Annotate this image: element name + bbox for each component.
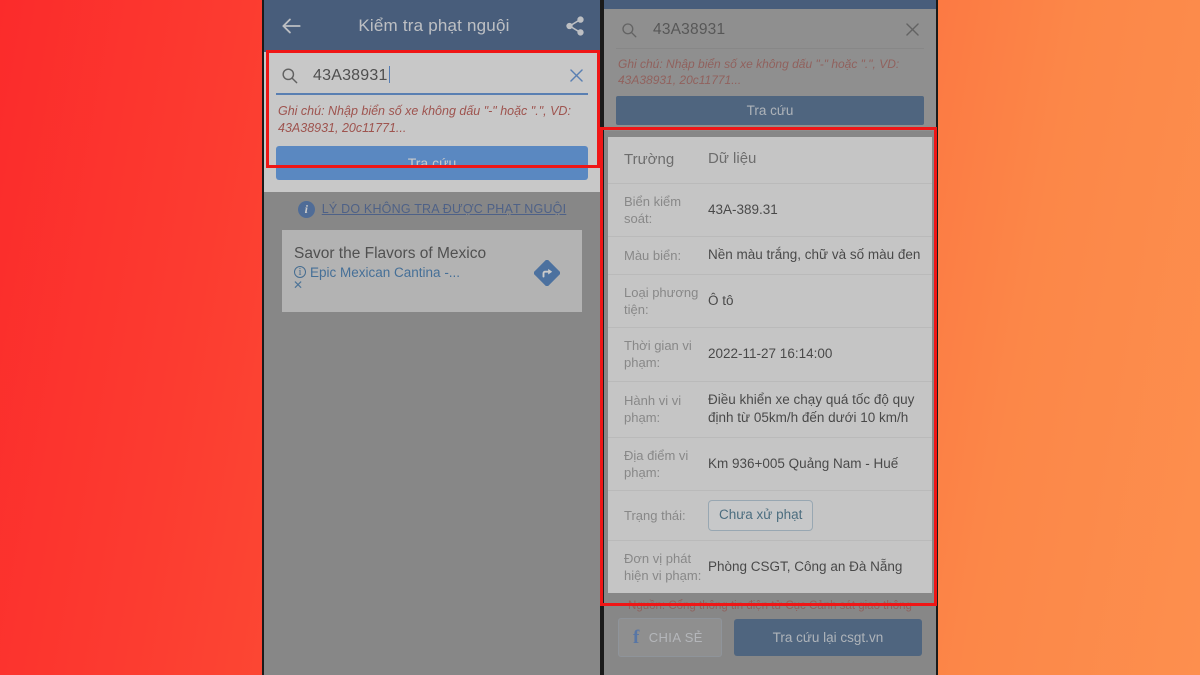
facebook-share-label: CHIA SẺ — [648, 630, 703, 646]
table-row: Địa điểm vi phạm: Km 936+005 Quảng Nam -… — [608, 438, 932, 492]
row-field-label: Loại phương tiện: — [624, 285, 699, 318]
ad-info-icon[interactable]: i — [294, 266, 306, 279]
row-field-label: Đơn vị phát hiện vi phạm: — [624, 550, 702, 583]
row-value: Nền màu trắng, chữ và số màu đen — [708, 247, 921, 263]
table-row: Biển kiểm soát: 43A-389.31 — [608, 184, 932, 238]
phone-screenshots-container: Kiểm tra phạt nguội 43A38931 Ghi chú: Nh… — [262, 0, 938, 675]
ad-subtitle[interactable]: Epic Mexican Cantina -... — [310, 265, 460, 280]
ad-close-icon[interactable]: ✕ — [293, 278, 568, 292]
search-input[interactable]: 43A38931 — [313, 66, 567, 85]
table-row: Đơn vị phát hiện vi phạm: Phòng CSGT, Cô… — [608, 541, 932, 593]
lookup-again-button[interactable]: Tra cứu lại csgt.vn — [733, 619, 922, 657]
left-phone-screen: Kiểm tra phạt nguội 43A38931 Ghi chú: Nh… — [262, 0, 602, 675]
row-field-label: Hành vi vi phạm: — [624, 393, 682, 426]
directions-arrow-icon[interactable] — [533, 259, 561, 287]
facebook-share-button[interactable]: f CHIA SẺ — [618, 618, 722, 658]
row-value: Ô tô — [708, 292, 734, 308]
table-row-status: Trạng thái: Chưa xử phạt — [608, 491, 932, 541]
row-field-label: Trạng thái: — [624, 507, 686, 523]
table-row: Thời gian vi phạm: 2022-11-27 16:14:00 — [608, 328, 932, 382]
right-phone-screen: 43A38931 Ghi chú: Nhập biển số xe không … — [602, 0, 938, 675]
search-input-row[interactable]: 43A38931 — [616, 18, 924, 49]
row-value: 43A-389.31 — [708, 201, 778, 217]
info-icon: i — [297, 200, 315, 218]
table-row: Hành vi vi phạm: Điều khiển xe chạy quá … — [608, 382, 932, 438]
row-field-label: Màu biển: — [624, 248, 682, 264]
close-icon[interactable] — [903, 20, 922, 39]
row-field-label: Biển kiểm soát: — [624, 194, 682, 227]
lookup-button[interactable]: Tra cứu — [276, 145, 588, 180]
reason-notice-row[interactable]: i LÝ DO KHÔNG TRA ĐƯỢC PHẠT NGUỘI — [264, 192, 600, 226]
search-icon — [280, 66, 299, 85]
row-field-label: Địa điểm vi phạm: — [624, 447, 689, 481]
row-value: Phòng CSGT, Công an Đà Nẵng — [708, 558, 903, 574]
column-header-value: Dữ liệu — [708, 150, 757, 168]
input-hint-note: Ghi chú: Nhập biển số xe không dấu "-" h… — [618, 57, 900, 88]
table-header-row: Trường Dữ liệu — [608, 137, 932, 185]
table-row: Loại phương tiện: Ô tô — [608, 275, 932, 329]
reason-link[interactable]: LÝ DO KHÔNG TRA ĐƯỢC PHẠT NGUỘI — [322, 202, 567, 216]
bottom-action-bar: f CHIA SẺ Tra cứu lại csgt.vn — [604, 618, 936, 671]
lookup-button[interactable]: Tra cứu — [616, 96, 924, 126]
row-value: 2022-11-27 16:14:00 — [708, 346, 833, 362]
row-value: Km 936+005 Quảng Nam - Huế — [708, 455, 899, 471]
status-badge: Chưa xử phạt — [708, 500, 814, 531]
advertisement-card[interactable]: Savor the Flavors of Mexico i Epic Mexic… — [282, 229, 582, 312]
page-title: Kiểm tra phạt nguội — [358, 16, 510, 35]
share-icon[interactable] — [564, 15, 586, 37]
row-value: Điều khiển xe chạy quá tốc độ quy định t… — [708, 391, 915, 426]
close-icon[interactable] — [567, 66, 586, 85]
right-status-bar — [604, 0, 936, 9]
search-input[interactable]: 43A38931 — [653, 21, 903, 39]
arrow-left-icon[interactable] — [278, 13, 304, 39]
search-icon — [620, 21, 638, 39]
source-note: Nguồn: Cổng thông tin điện tử Cục Cảnh s… — [628, 600, 912, 613]
input-hint-note: Ghi chú: Nhập biển số xe không dấu "-" h… — [278, 104, 571, 135]
app-header-bar: Kiểm tra phạt nguội — [264, 0, 600, 52]
violation-result-table: Trường Dữ liệu Biển kiểm soát: 43A-389.3… — [608, 137, 932, 594]
table-row: Màu biển: Nền màu trắng, chữ và số màu đ… — [608, 237, 932, 275]
left-search-card: 43A38931 Ghi chú: Nhập biển số xe không … — [264, 52, 600, 192]
row-field-label: Thời gian vi phạm: — [624, 338, 692, 371]
row-value-chip-wrap: Chưa xử phạt — [708, 500, 932, 531]
right-search-card: 43A38931 Ghi chú: Nhập biển số xe không … — [604, 9, 936, 132]
ad-title: Savor the Flavors of Mexico — [294, 244, 487, 262]
facebook-icon: f — [633, 627, 640, 649]
column-header-field: Trường — [624, 150, 675, 168]
search-input-row[interactable]: 43A38931 — [276, 60, 588, 95]
